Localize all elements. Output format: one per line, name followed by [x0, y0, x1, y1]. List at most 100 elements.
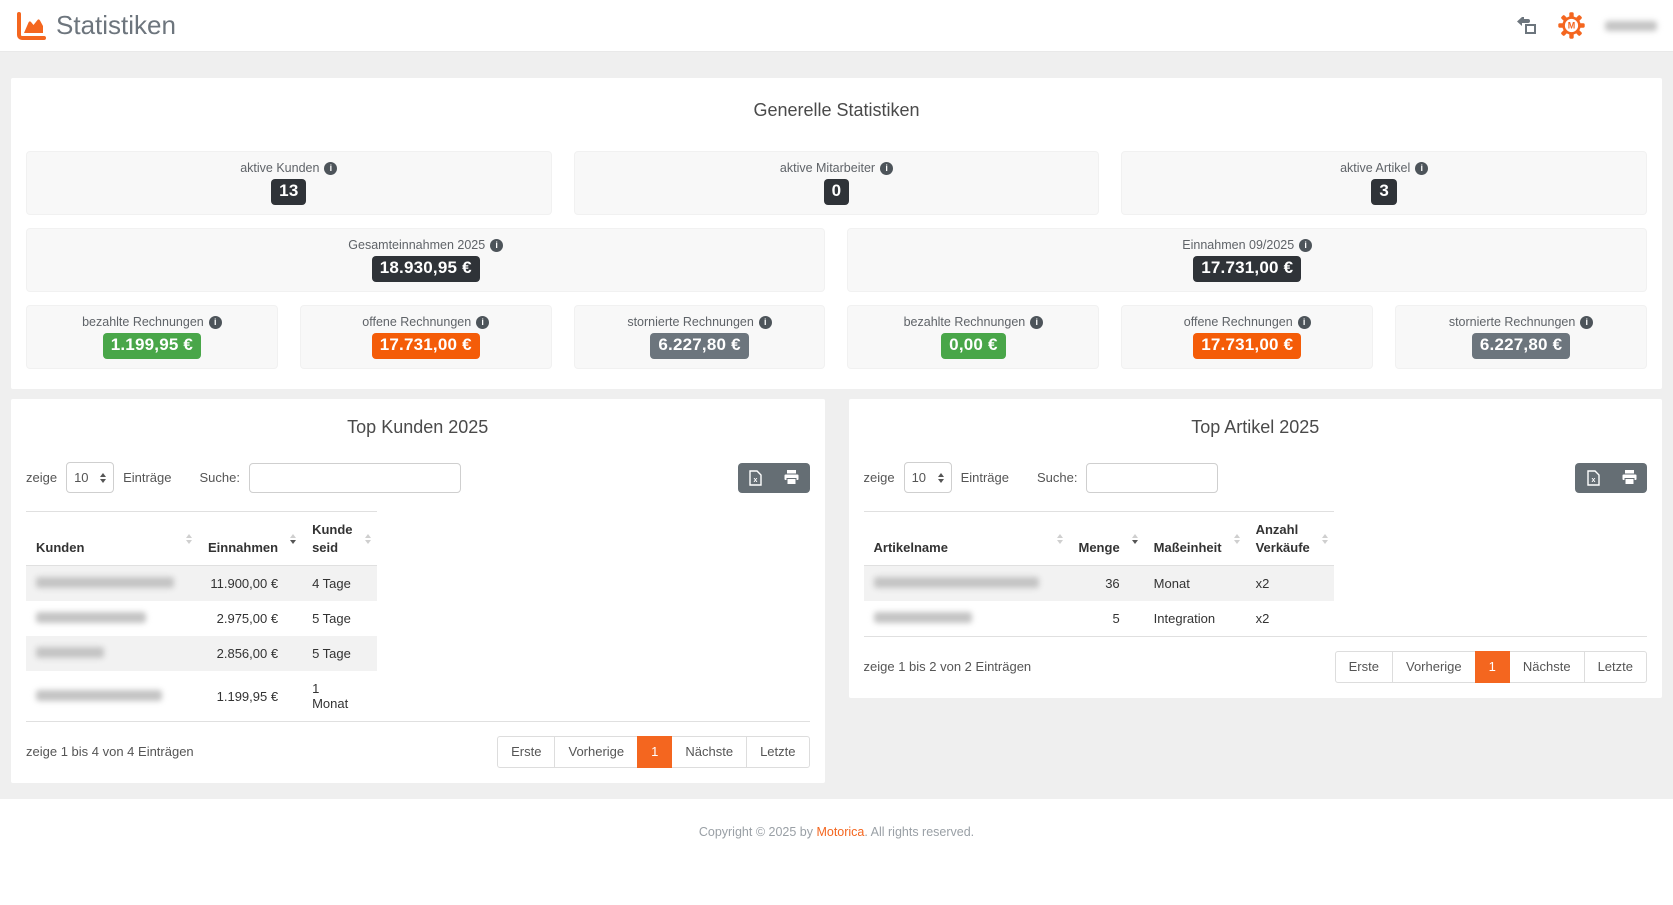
excel-export-button[interactable]: x [738, 463, 774, 493]
customer-name-redacted [26, 671, 198, 721]
copyright-text-suffix: . All rights reserved. [864, 825, 974, 839]
stat-label: aktive Kunden [240, 161, 319, 175]
svg-text:M: M [1568, 21, 1576, 31]
stat-value-badge: 13 [271, 179, 306, 204]
file-excel-icon: x [1587, 470, 1600, 486]
pagination-page-1[interactable]: 1 [637, 736, 672, 768]
info-icon[interactable]: i [1415, 162, 1428, 175]
column-header-kunde-seid[interactable]: Kunde seid [302, 512, 376, 566]
pagination: Erste Vorherige 1 Nächste Letzte [1335, 651, 1647, 683]
top-kunden-title: Top Kunden 2025 [26, 417, 810, 438]
stat-label: Einnahmen 09/2025 [1182, 238, 1294, 252]
export-button-group: x [1575, 463, 1647, 493]
stat-label: aktive Artikel [1340, 161, 1410, 175]
tables-row: Top Kunden 2025 zeige 10 Einträge Suche:… [11, 399, 1662, 783]
sort-icon [1132, 534, 1138, 544]
table-row[interactable]: 1.199,95 € 1 Monat [26, 671, 377, 721]
stat-value-badge: 0 [824, 179, 850, 204]
stat-value-badge: 0,00 € [941, 333, 1005, 358]
einnahmen-cell: 1.199,95 € [198, 671, 302, 721]
printer-icon [784, 470, 799, 485]
info-icon[interactable]: i [209, 316, 222, 329]
page-title: Statistiken [56, 10, 176, 41]
stat-card-stornierte-rechnungen-monat: stornierte Rechnungen i 6.227,80 € [1395, 305, 1647, 369]
brand-link[interactable]: Motorica [816, 825, 864, 839]
masseinheit-cell: Integration [1144, 601, 1246, 636]
pagination-previous[interactable]: Vorherige [554, 736, 638, 768]
column-header-kunden[interactable]: Kunden [26, 512, 198, 566]
page-footer: Copyright © 2025 by Motorica. All rights… [0, 799, 1673, 879]
info-icon[interactable]: i [759, 316, 772, 329]
info-icon[interactable]: i [324, 162, 337, 175]
info-icon[interactable]: i [1030, 316, 1043, 329]
table-row[interactable]: 2.975,00 € 5 Tage [26, 601, 377, 636]
menge-cell: 5 [1069, 601, 1144, 636]
print-button[interactable] [1611, 463, 1647, 493]
column-header-anzahl-verkaeufe[interactable]: Anzahl Verkäufe [1246, 512, 1334, 566]
print-button[interactable] [774, 463, 810, 493]
stat-label: stornierte Rechnungen [1449, 315, 1575, 329]
page-length-select[interactable]: 10 [904, 462, 952, 493]
stat-card-bezahlte-rechnungen-monat: bezahlte Rechnungen i 0,00 € [847, 305, 1099, 369]
pagination-first[interactable]: Erste [1335, 651, 1393, 683]
einnahmen-cell: 2.856,00 € [198, 636, 302, 671]
einnahmen-cell: 2.975,00 € [198, 601, 302, 636]
column-header-einnahmen[interactable]: Einnahmen [198, 512, 302, 566]
pagination-last[interactable]: Letzte [746, 736, 809, 768]
page-length-select[interactable]: 10 [66, 462, 114, 493]
info-icon[interactable]: i [1580, 316, 1593, 329]
pagination-next[interactable]: Nächste [671, 736, 747, 768]
table-info: zeige 1 bis 4 von 4 Einträgen [26, 744, 194, 759]
table-bottom-divider [26, 721, 810, 722]
area-chart-logo-icon[interactable] [16, 12, 46, 40]
table-info: zeige 1 bis 2 von 2 Einträgen [864, 659, 1032, 674]
username-redacted[interactable] [1605, 21, 1657, 31]
search-input[interactable] [1086, 463, 1218, 493]
column-header-artikelname[interactable]: Artikelname [864, 512, 1069, 566]
motorica-gear-logo-icon[interactable]: M [1558, 12, 1585, 39]
svg-text:x: x [754, 477, 758, 484]
einnahmen-cell: 11.900,00 € [198, 566, 302, 602]
pagination-first[interactable]: Erste [497, 736, 555, 768]
info-icon[interactable]: i [476, 316, 489, 329]
page-length-label-after: Einträge [961, 470, 1009, 485]
kunden-table-controls: zeige 10 Einträge Suche: x [26, 462, 810, 493]
column-header-masseinheit[interactable]: Maßeinheit [1144, 512, 1246, 566]
general-statistics-title: Generelle Statistiken [26, 100, 1647, 121]
menge-cell: 36 [1069, 566, 1144, 602]
search-input[interactable] [249, 463, 461, 493]
column-header-menge[interactable]: Menge [1069, 512, 1144, 566]
stat-value-badge: 17.731,00 € [1193, 256, 1301, 281]
stat-value-badge: 17.731,00 € [372, 333, 480, 358]
stat-label: bezahlte Rechnungen [82, 315, 204, 329]
kunde-seid-cell: 4 Tage [302, 566, 376, 602]
pagination-page-1[interactable]: 1 [1475, 651, 1510, 683]
excel-export-button[interactable]: x [1575, 463, 1611, 493]
stat-label: bezahlte Rechnungen [904, 315, 1026, 329]
pagination-last[interactable]: Letzte [1584, 651, 1647, 683]
stat-card-stornierte-rechnungen-jahr: stornierte Rechnungen i 6.227,80 € [574, 305, 826, 369]
pagination-previous[interactable]: Vorherige [1392, 651, 1476, 683]
verkaeufe-cell: x2 [1246, 566, 1334, 602]
info-icon[interactable]: i [1298, 316, 1311, 329]
return-to-shop-icon[interactable] [1515, 16, 1538, 35]
stat-value-badge: 6.227,80 € [1472, 333, 1570, 358]
table-row[interactable]: 5 Integration x2 [864, 601, 1334, 636]
customer-name-redacted [26, 636, 198, 671]
info-icon[interactable]: i [1299, 239, 1312, 252]
table-row[interactable]: 11.900,00 € 4 Tage [26, 566, 377, 602]
stat-card-aktive-artikel: aktive Artikel i 3 [1121, 151, 1647, 215]
info-icon[interactable]: i [490, 239, 503, 252]
info-icon[interactable]: i [880, 162, 893, 175]
table-row[interactable]: 2.856,00 € 5 Tage [26, 636, 377, 671]
pagination-next[interactable]: Nächste [1509, 651, 1585, 683]
top-artikel-card: Top Artikel 2025 zeige 10 Einträge Suche… [849, 399, 1663, 698]
verkaeufe-cell: x2 [1246, 601, 1334, 636]
stat-card-bezahlte-rechnungen-jahr: bezahlte Rechnungen i 1.199,95 € [26, 305, 278, 369]
stat-label: aktive Mitarbeiter [780, 161, 875, 175]
masseinheit-cell: Monat [1144, 566, 1246, 602]
table-row[interactable]: 36 Monat x2 [864, 566, 1334, 602]
artikel-table-footer: zeige 1 bis 2 von 2 Einträgen Erste Vorh… [864, 651, 1648, 683]
artikel-table-controls: zeige 10 Einträge Suche: x [864, 462, 1648, 493]
page-length-label-before: zeige [864, 470, 895, 485]
